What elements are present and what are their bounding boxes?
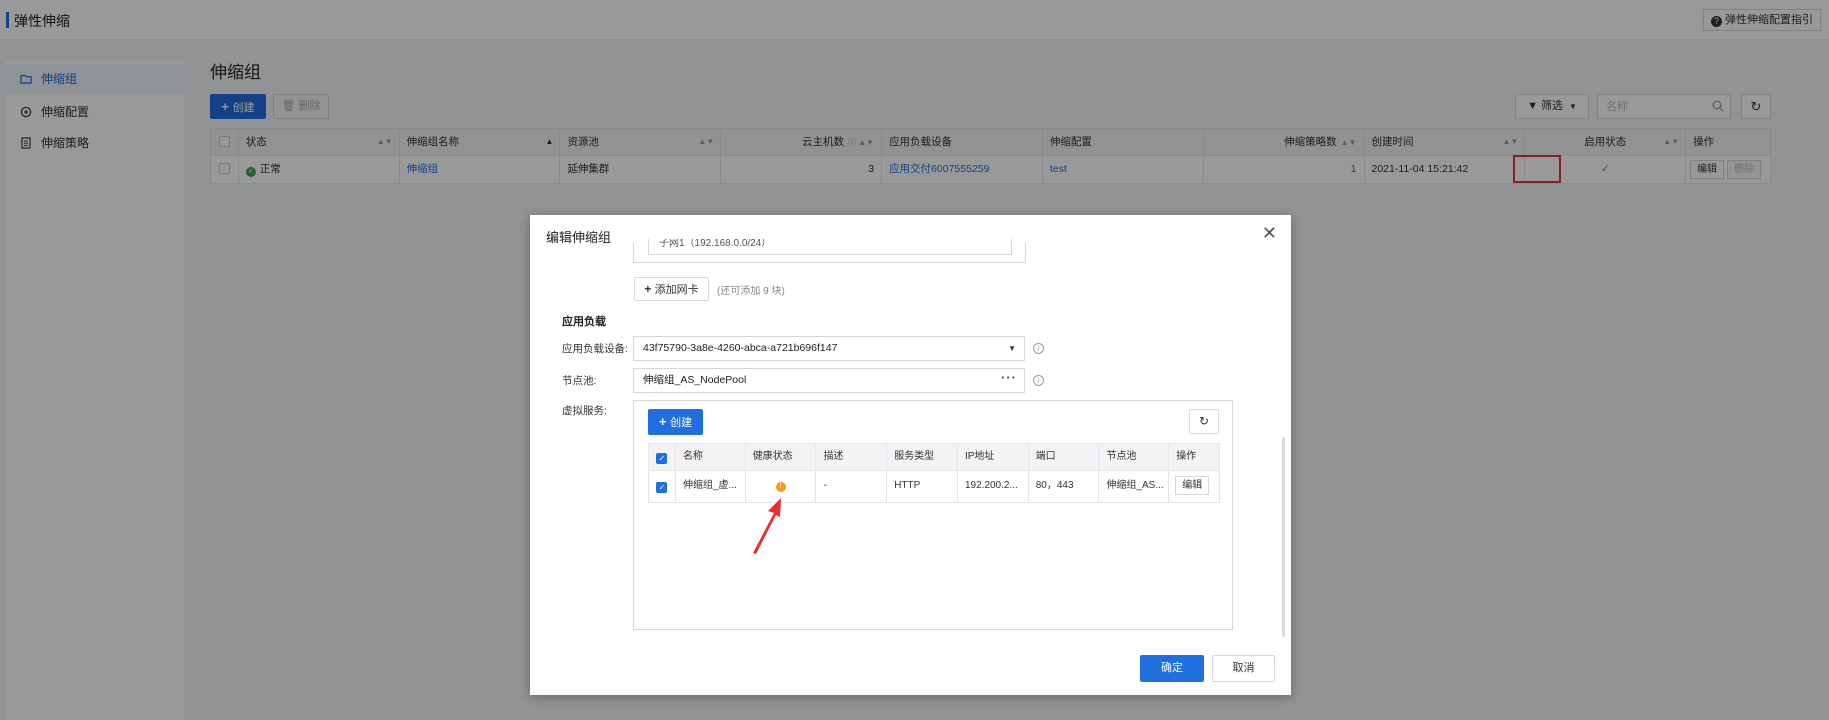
vs-header-node-pool: 节点池 <box>1099 444 1170 470</box>
vs-type-cell: HTTP <box>887 471 958 502</box>
vs-ip-cell: 192.200.2... <box>958 471 1029 502</box>
node-pool-value: 伸缩组_AS_NodePool <box>643 374 747 386</box>
cancel-button[interactable]: 取消 <box>1212 655 1275 682</box>
vs-header-actions: 操作 <box>1176 451 1197 462</box>
vs-name-cell: 伸缩组_虚... <box>676 471 746 502</box>
dialog-scrollbar[interactable] <box>1282 437 1285 637</box>
vs-header-description: 描述 <box>816 444 888 470</box>
annotation-arrow-icon <box>753 498 781 554</box>
vs-select-all-checkbox[interactable]: ✓ <box>649 444 676 470</box>
more-icon[interactable]: ··· <box>1001 366 1017 389</box>
edit-scaling-group-dialog: 编辑伸缩组 ✕ 子网1（192.168.0.0/24） + 添加网卡 (还可添加… <box>530 215 1291 695</box>
info-icon[interactable]: i <box>1033 343 1044 354</box>
nic-card-partial: 子网1（192.168.0.0/24） <box>633 239 1026 263</box>
vs-header-health: 健康状态 <box>746 444 817 470</box>
lb-device-select[interactable]: 43f75790-3a8e-4260-abca-a721b696f147 ▼ <box>633 336 1025 361</box>
vs-header-ip: IP地址 <box>958 444 1029 470</box>
dialog-title: 编辑伸缩组 <box>546 230 612 245</box>
node-pool-label: 节点池: <box>562 375 597 387</box>
vs-row-checkbox[interactable]: ✓ <box>649 471 676 502</box>
vs-description-cell: - <box>816 471 888 502</box>
table-row: ✓ 伸缩组_虚... ! - HTTP 192.200.2... 80，443 … <box>648 471 1220 503</box>
warning-icon[interactable]: ! <box>775 482 786 492</box>
vs-header-type: 服务类型 <box>887 444 958 470</box>
lb-device-label: 应用负载设备: <box>562 343 628 355</box>
nic-subnet-select[interactable]: 子网1（192.168.0.0/24） <box>648 239 1012 255</box>
virtual-service-table: ✓ 名称 健康状态 描述 服务类型 IP地址 端口 节点池 操作 ✓ 伸缩组_虚… <box>648 443 1220 503</box>
chevron-down-icon: ▼ <box>1008 344 1016 353</box>
vs-port-cell: 80，443 <box>1029 471 1100 502</box>
add-nic-hint: (还可添加 9 块) <box>717 286 785 297</box>
vs-node-pool-cell: 伸缩组_AS... <box>1099 471 1170 502</box>
virtual-service-label: 虚拟服务: <box>562 405 607 417</box>
vs-header-port: 端口 <box>1029 444 1100 470</box>
plus-icon: + <box>644 282 655 296</box>
vs-create-button[interactable]: + 创建 <box>648 409 703 435</box>
confirm-button[interactable]: 确定 <box>1140 655 1204 682</box>
node-pool-input[interactable]: 伸缩组_AS_NodePool ··· <box>633 368 1025 393</box>
vs-create-label: 创建 <box>670 417 693 429</box>
plus-icon: + <box>658 414 671 429</box>
info-icon[interactable]: i <box>1033 375 1044 386</box>
table-header-row: ✓ 名称 健康状态 描述 服务类型 IP地址 端口 节点池 操作 <box>648 443 1220 471</box>
add-nic-button[interactable]: + 添加网卡 <box>634 277 709 301</box>
add-nic-label: 添加网卡 <box>654 284 699 296</box>
vs-edit-button[interactable]: 编辑 <box>1175 476 1210 495</box>
close-icon[interactable]: ✕ <box>1262 224 1277 242</box>
refresh-icon: ↻ <box>1198 414 1210 428</box>
vs-actions-cell: 编辑 <box>1169 471 1219 502</box>
lb-device-value: 43f75790-3a8e-4260-abca-a721b696f147 <box>643 342 838 354</box>
vs-refresh-button[interactable]: ↻ <box>1189 409 1219 434</box>
virtual-service-panel: + 创建 ↻ ✓ 名称 健康状态 描述 服务类型 IP地址 端口 节点池 操作 … <box>633 400 1233 630</box>
section-title-app-load: 应用负载 <box>562 316 606 328</box>
vs-header-name: 名称 <box>676 444 746 470</box>
